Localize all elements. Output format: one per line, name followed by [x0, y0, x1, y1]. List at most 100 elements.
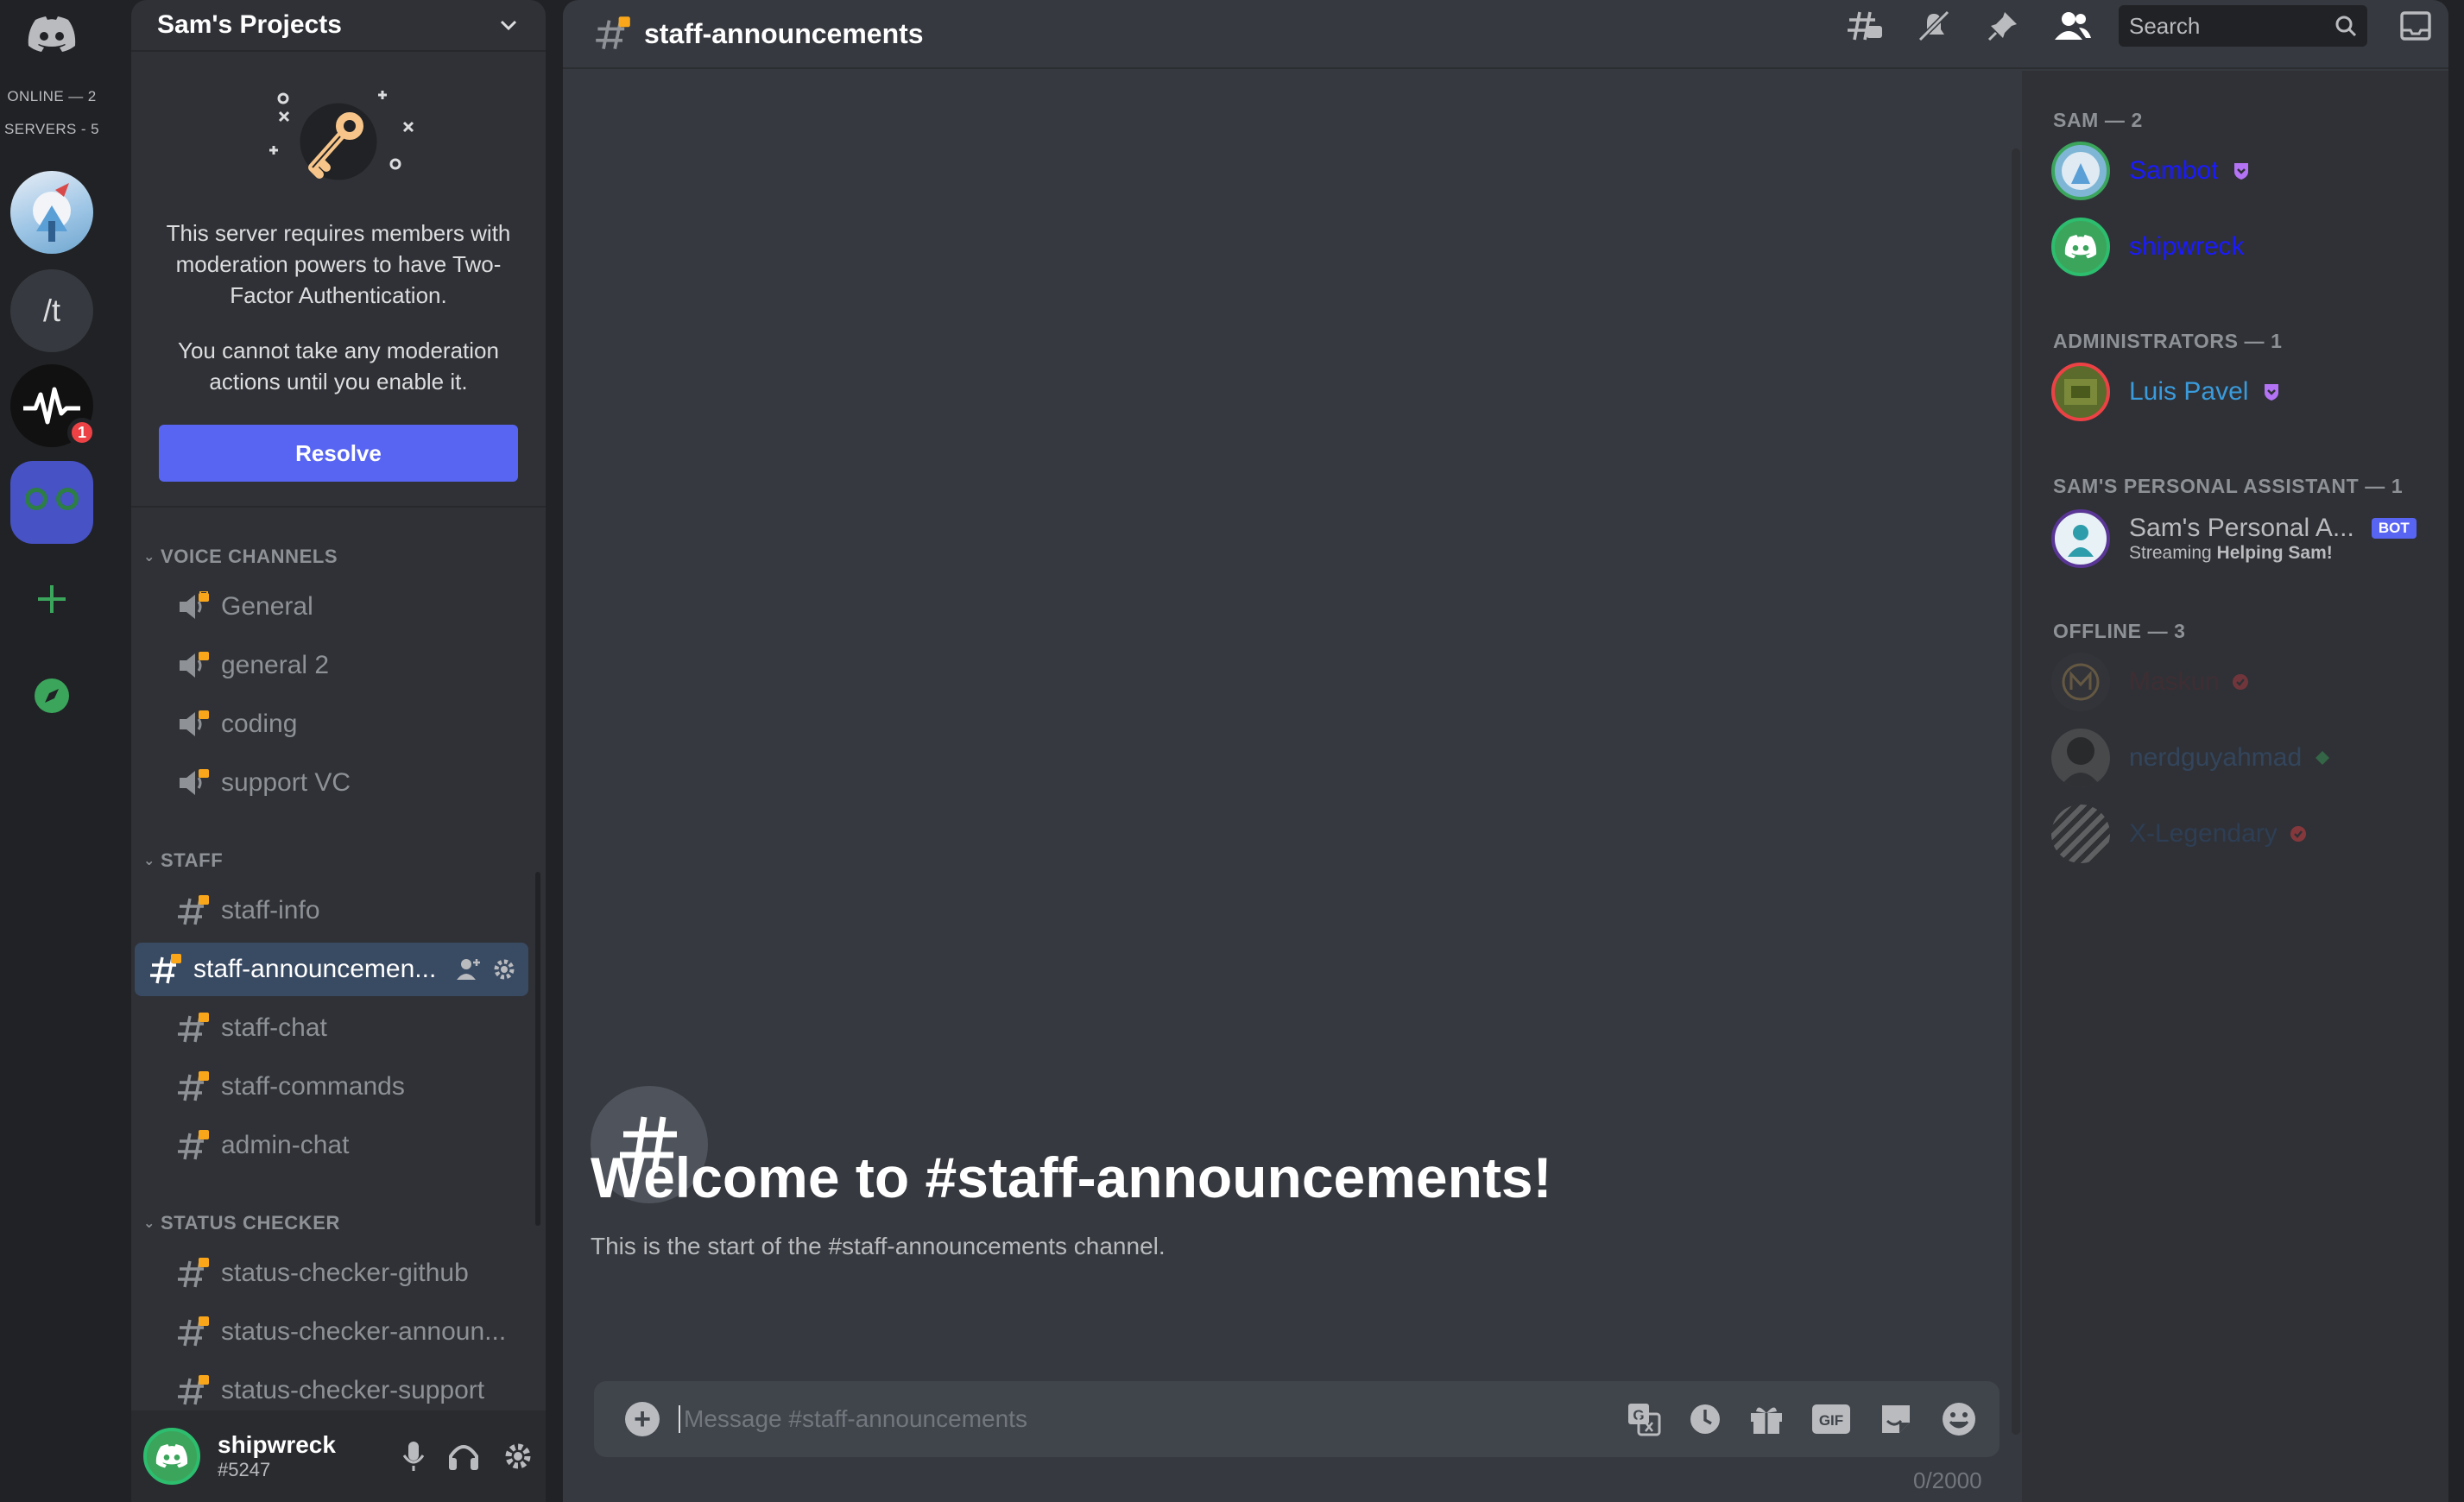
category-staff[interactable]: ⌄ STAFF	[138, 849, 223, 872]
activity-name: Helping Sam!	[2216, 543, 2333, 563]
message-input[interactable]	[679, 1405, 1542, 1433]
category-label: VOICE CHANNELS	[161, 546, 338, 567]
chevron-down-icon: ⌄	[142, 854, 155, 868]
server-icon-t[interactable]: /t	[10, 269, 93, 352]
avatar[interactable]	[143, 1428, 200, 1485]
chevron-down-icon: ⌄	[142, 550, 155, 565]
channel-staff-commands[interactable]: staff-commands	[159, 1060, 518, 1114]
inbox-icon	[2400, 11, 2431, 41]
member-name: nerdguyahmad	[2129, 743, 2303, 772]
channel-status-checker-support[interactable]: status-checker-support	[159, 1364, 518, 1417]
voice-channel-general[interactable]: General	[159, 580, 518, 634]
server-name: Sam's Projects	[157, 10, 342, 39]
verified-badge-icon	[2290, 826, 2306, 842]
user-info[interactable]: shipwreck #5247	[218, 1431, 336, 1481]
category-label: STAFF	[161, 849, 224, 871]
channel-staff-chat[interactable]: staff-chat	[159, 1001, 518, 1055]
member-activity: Streaming Helping Sam!	[2129, 543, 2417, 564]
channel-header: staff-announcements Search	[563, 0, 2448, 69]
threads-button[interactable]	[1830, 0, 1899, 52]
chevron-down-icon: ⌄	[142, 1216, 155, 1231]
servers-count: SERVERS - 5	[4, 121, 99, 137]
channel-label: general 2	[221, 651, 330, 679]
headphones-icon[interactable]	[447, 1441, 480, 1472]
search-input[interactable]: Search	[2119, 5, 2367, 47]
channel-title: staff-announcements	[644, 17, 924, 49]
character-count: 0/2000	[1913, 1467, 1982, 1493]
hash-locked-icon	[174, 1373, 212, 1408]
translate-icon[interactable]: G	[1627, 1402, 1661, 1436]
channel-label: staff-commands	[221, 1072, 405, 1101]
member-sams-personal-assistant[interactable]: Sam's Personal A... BOT Streaming Helpin…	[2051, 502, 2417, 575]
main-area: staff-announcements Search Welcome to #s…	[563, 0, 2448, 1502]
channel-label: admin-chat	[221, 1131, 350, 1159]
member-name: Luis Pavel	[2129, 377, 2249, 406]
channel-status-checker-github[interactable]: status-checker-github	[159, 1246, 518, 1300]
member-maskun[interactable]: Maskun	[2051, 651, 2249, 713]
add-server-button[interactable]	[10, 558, 93, 641]
gear-icon[interactable]	[492, 957, 516, 981]
channel-label: status-checker-announ...	[221, 1317, 507, 1346]
channel-staff-info[interactable]: staff-info	[159, 884, 518, 937]
channel-admin-chat[interactable]: admin-chat	[159, 1119, 518, 1172]
avatar	[2051, 729, 2110, 787]
category-status-checker[interactable]: ⌄ STATUS CHECKER	[138, 1212, 340, 1234]
compass-icon	[35, 678, 69, 713]
channel-label: staff-info	[221, 896, 320, 925]
clock-icon[interactable]	[1689, 1403, 1722, 1436]
server-icon-sky[interactable]	[10, 171, 93, 254]
hash-locked-icon	[174, 1011, 212, 1045]
voice-channel-general-2[interactable]: general 2	[159, 639, 518, 692]
nitro-badge-icon	[2234, 163, 2249, 180]
pin-icon	[1987, 12, 2017, 41]
search-icon	[2335, 16, 2357, 37]
sticker-icon[interactable]	[1879, 1402, 1913, 1436]
bot-tag: BOT	[2371, 518, 2417, 539]
member-shipwreck[interactable]: shipwreck	[2051, 216, 2244, 278]
channel-label: support VC	[221, 768, 351, 797]
online-count: ONLINE — 2	[7, 88, 97, 104]
server-icon-status[interactable]: 1	[10, 364, 97, 447]
chat-scrollbar[interactable]	[2012, 148, 2020, 1435]
voice-channel-coding[interactable]: coding	[159, 697, 518, 751]
member-x-legendary[interactable]: X-Legendary	[2051, 803, 2307, 865]
upload-button[interactable]: +	[625, 1402, 660, 1436]
member-name: X-Legendary	[2129, 819, 2278, 848]
server-t-label: /t	[42, 293, 60, 328]
members-icon	[2055, 12, 2091, 40]
member-group-heading: SAM — 2	[2053, 109, 2143, 131]
microphone-icon[interactable]	[402, 1440, 425, 1473]
hash-locked-icon	[174, 1315, 212, 1349]
hash-locked-icon	[174, 893, 212, 928]
discord-logo-icon	[28, 16, 76, 52]
server-header[interactable]: Sam's Projects	[131, 0, 546, 52]
hash-locked-icon	[147, 952, 185, 987]
notifications-button[interactable]	[1899, 0, 1968, 52]
member-nerdguyahmad[interactable]: nerdguyahmad	[2051, 727, 2331, 789]
member-luis-pavel[interactable]: Luis Pavel	[2051, 361, 2281, 423]
speaker-locked-icon	[174, 766, 212, 800]
resolve-button[interactable]: Resolve	[159, 425, 518, 482]
pinned-messages-button[interactable]	[1968, 0, 2038, 52]
notification-badge: 1	[67, 418, 97, 447]
channel-staff-announcements[interactable]: staff-announcemen...	[135, 943, 528, 996]
server-icon-eyes[interactable]	[10, 461, 93, 544]
server-art-icon	[33, 183, 71, 242]
settings-gear-icon[interactable]	[502, 1441, 534, 1472]
sidebar-scrollbar[interactable]	[535, 872, 540, 1226]
category-voice-channels[interactable]: ⌄ VOICE CHANNELS	[138, 546, 338, 568]
discord-home-button[interactable]	[22, 5, 81, 64]
emoji-icon[interactable]	[1941, 1401, 1977, 1437]
member-list-button[interactable]	[2038, 0, 2107, 52]
member-sambot[interactable]: Sambot	[2051, 140, 2251, 202]
gift-icon[interactable]	[1749, 1403, 1784, 1436]
hash-locked-icon	[174, 1128, 212, 1163]
inbox-button[interactable]	[2383, 0, 2448, 52]
invite-members-icon[interactable]	[456, 957, 482, 981]
avatar	[2051, 805, 2110, 863]
gif-icon[interactable]: GIF	[1811, 1404, 1851, 1435]
channel-status-checker-announcements[interactable]: status-checker-announ...	[159, 1305, 518, 1359]
nitro-badge-icon	[2265, 384, 2279, 401]
explore-servers-button[interactable]	[10, 654, 93, 737]
voice-channel-support-vc[interactable]: support VC	[159, 756, 518, 810]
